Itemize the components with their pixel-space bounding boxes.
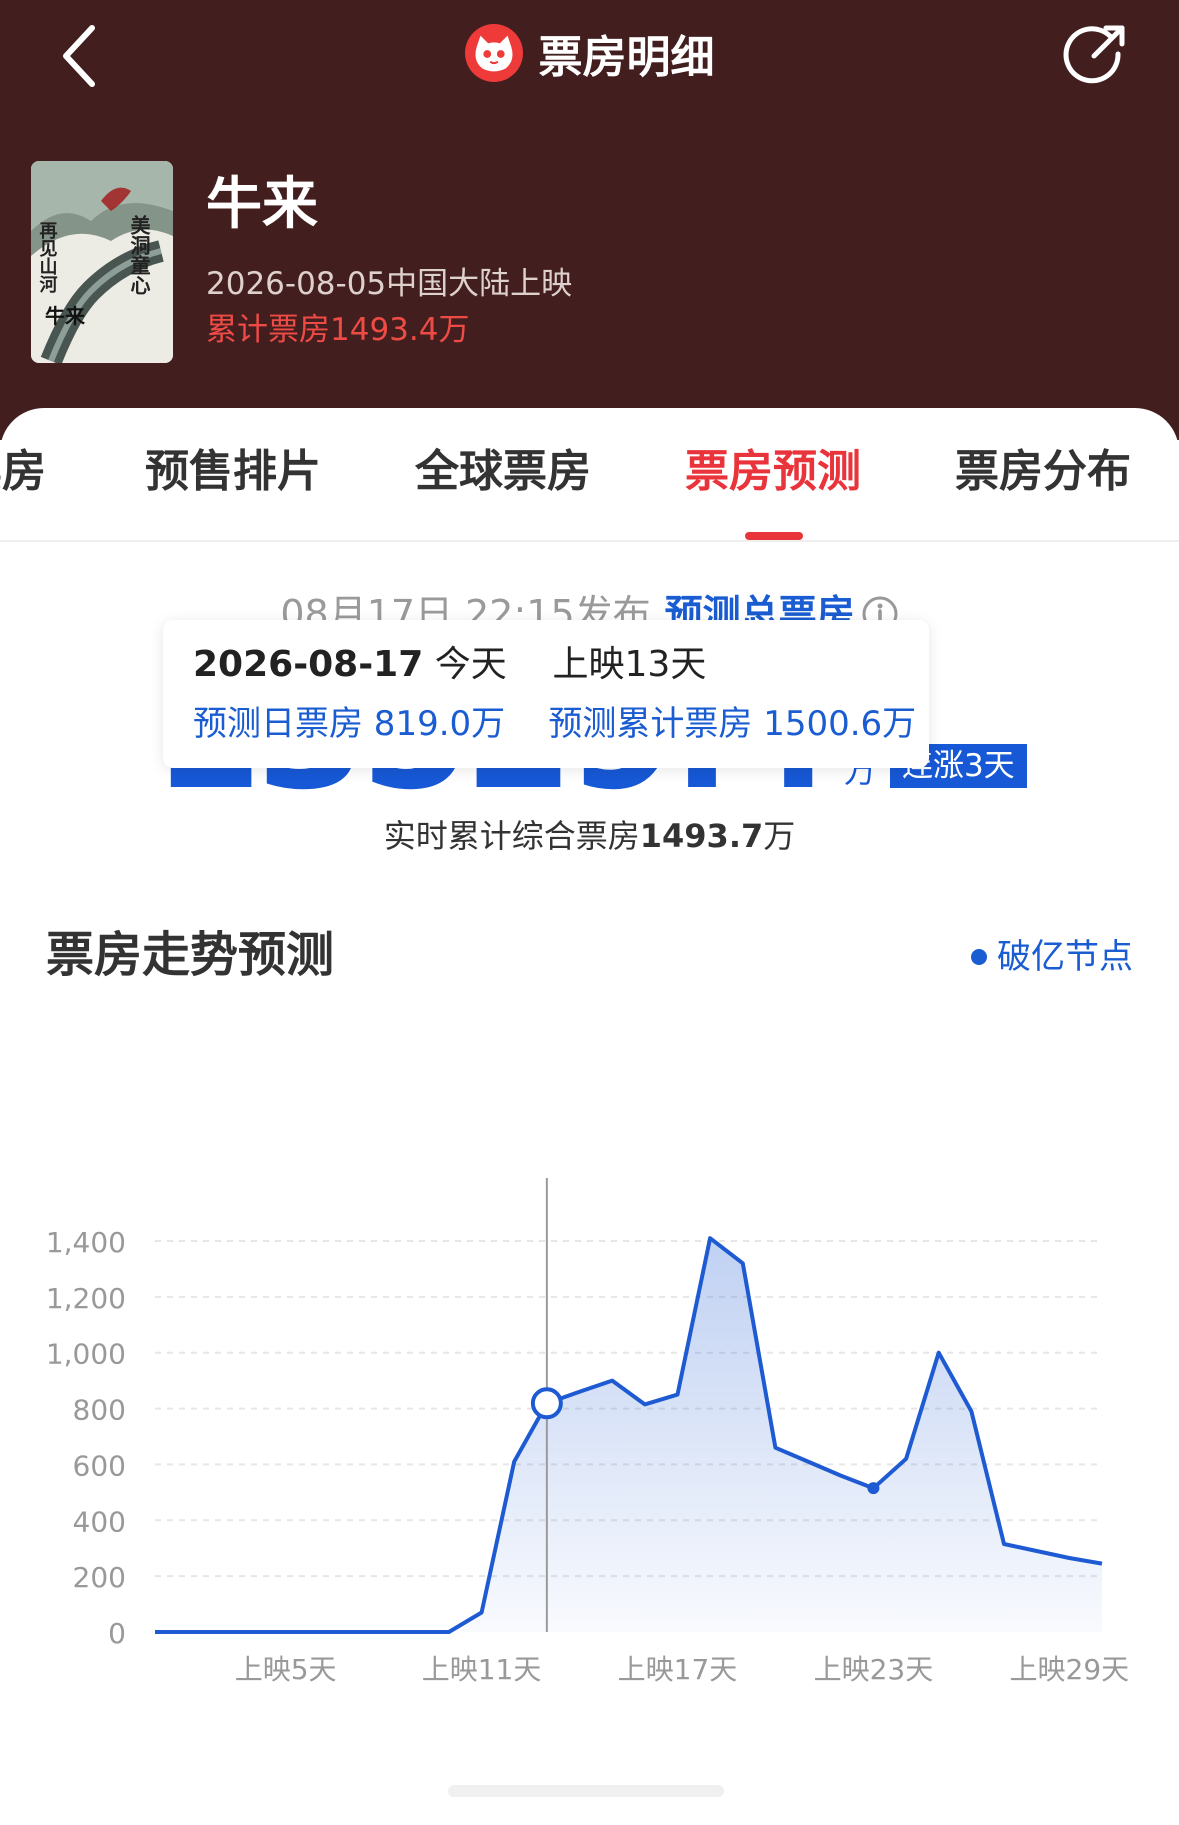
tooltip-cumulative: 预测累计票房 1500.6万: [548, 704, 917, 744]
x-tick-label: 上映11天: [422, 1653, 542, 1686]
highlight-point: [530, 1387, 563, 1420]
chart-tooltip: 2026-08-17 今天 上映13天 预测日票房 819.0万 预测累计票房 …: [163, 620, 929, 768]
y-tick-label: 1,000: [46, 1338, 126, 1371]
y-tick-label: 600: [73, 1449, 126, 1482]
tooltip-header: 2026-08-17 今天 上映13天: [193, 640, 706, 690]
y-tick-label: 1,400: [46, 1226, 126, 1259]
trend-chart[interactable]: 0 200 400 600 800 1,000 1,200 1,400 上映5天 上映11天 上映1…: [0, 0, 1179, 1825]
tooltip-values: 预测日票房 819.0万 预测累计票房 1500.6万: [193, 700, 916, 748]
marked-point: [867, 1482, 880, 1495]
y-tick-label: 200: [73, 1561, 126, 1594]
x-tick-label: 上映5天: [235, 1653, 337, 1686]
home-indicator: [448, 1785, 724, 1797]
tooltip-date: 2026-08-17: [193, 644, 424, 685]
tooltip-today: 今天: [434, 644, 507, 685]
tooltip-days: 上映13天: [552, 644, 707, 685]
y-tick-label: 400: [73, 1505, 126, 1538]
x-tick-label: 上映29天: [1010, 1653, 1130, 1686]
y-tick-label: 800: [73, 1394, 126, 1427]
y-tick-label: 0: [108, 1617, 126, 1650]
tooltip-daily: 预测日票房 819.0万: [193, 704, 506, 744]
x-tick-label: 上映17天: [618, 1653, 738, 1686]
y-tick-label: 1,200: [46, 1282, 126, 1315]
x-tick-label: 上映23天: [814, 1653, 934, 1686]
